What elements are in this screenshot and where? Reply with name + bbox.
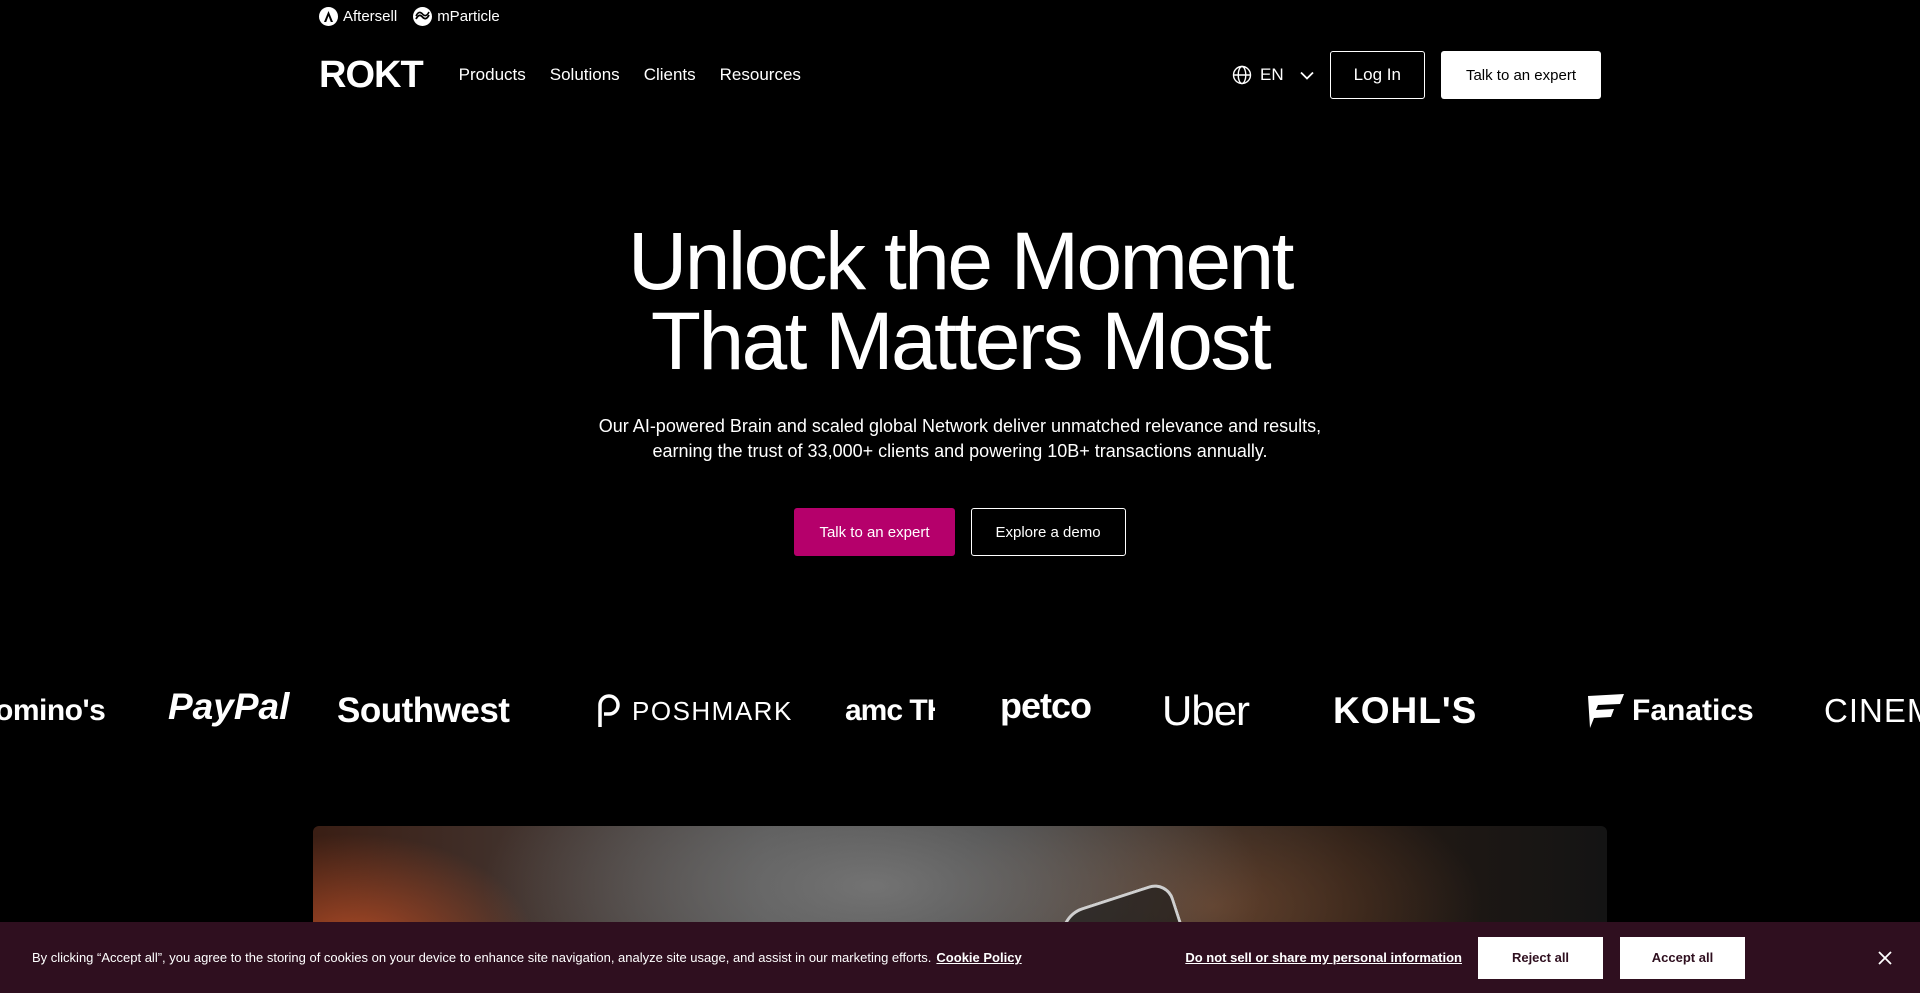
page: Aftersell mParticle ROKT Products Soluti…	[0, 0, 1920, 993]
client-logo-amc-label: amc THEATRES	[845, 696, 935, 726]
client-logo-fanatics-group: Fanatics	[1584, 686, 1754, 736]
hero-title: Unlock the Moment That Matters Most	[0, 221, 1920, 383]
client-logo-paypal: PayPal	[168, 686, 290, 727]
hero-title-line2: That Matters Most	[650, 296, 1272, 387]
language-selector[interactable]: EN	[1232, 65, 1314, 85]
nav-links: Products Solutions Clients Resources	[459, 65, 801, 85]
language-label: EN	[1260, 65, 1284, 84]
client-logo-petco: petco	[1000, 685, 1092, 726]
nav-item-resources[interactable]: Resources	[720, 65, 801, 85]
cookie-message-text: By clicking “Accept all”, you agree to t…	[32, 950, 932, 965]
fanatics-flag-icon	[1588, 694, 1624, 728]
client-logo-cinemark: CINEM	[1824, 692, 1920, 729]
cookie-policy-link[interactable]: Cookie Policy	[936, 950, 1021, 965]
mparticle-label: mParticle	[437, 8, 500, 25]
client-logo-poshmark-group: POSHMARK	[594, 686, 793, 736]
reject-all-button[interactable]: Reject all	[1478, 936, 1603, 979]
do-not-sell-link[interactable]: Do not sell or share my personal informa…	[1185, 950, 1462, 965]
main-nav: ROKT Products Solutions Clients Resource…	[319, 51, 1601, 99]
mparticle-icon	[413, 7, 433, 26]
nav-item-solutions[interactable]: Solutions	[550, 65, 620, 85]
client-logo-kohls: KOHL'S	[1333, 690, 1478, 731]
client-logos-strip: omino's PayPal Southwest POSHMARK amc TH…	[0, 685, 1920, 736]
hero-subtitle-line1: Our AI-powered Brain and scaled global N…	[598, 416, 1322, 436]
chevron-down-icon	[1300, 71, 1314, 80]
client-logo-uber: Uber	[1162, 687, 1250, 734]
mparticle-link[interactable]: mParticle	[413, 7, 500, 26]
login-button[interactable]: Log In	[1329, 51, 1425, 99]
aftersell-link[interactable]: Aftersell	[319, 7, 397, 26]
cookie-close-button[interactable]	[1875, 948, 1895, 968]
explore-demo-button[interactable]: Explore a demo	[970, 508, 1126, 556]
client-logo-fanatics: Fanatics	[1632, 694, 1754, 727]
hero-section: Unlock the Moment That Matters Most Our …	[0, 221, 1920, 556]
globe-icon	[1232, 65, 1252, 85]
cookie-message: By clicking “Accept all”, you agree to t…	[32, 922, 1022, 993]
nav-item-clients[interactable]: Clients	[644, 65, 696, 85]
nav-actions: EN Log In Talk to an expert	[1232, 51, 1601, 99]
hero-subtitle: Our AI-powered Brain and scaled global N…	[0, 414, 1920, 464]
hero-talk-to-expert-button[interactable]: Talk to an expert	[794, 508, 955, 556]
client-logo-dominos: omino's	[0, 694, 106, 727]
hero-subtitle-line2: earning the trust of 33,000+ clients and…	[652, 441, 1268, 461]
poshmark-p-icon	[598, 694, 620, 727]
cookie-banner: By clicking “Accept all”, you agree to t…	[0, 922, 1920, 993]
cookie-actions: Do not sell or share my personal informa…	[1185, 922, 1920, 993]
close-icon	[1878, 950, 1892, 965]
hero-cta-group: Talk to an expert Explore a demo	[0, 508, 1920, 556]
nav-item-products[interactable]: Products	[459, 65, 526, 85]
client-logo-southwest: Southwest	[337, 691, 510, 730]
utility-bar: Aftersell mParticle	[319, 7, 500, 26]
aftersell-label: Aftersell	[343, 8, 398, 25]
rokt-logo[interactable]: ROKT	[319, 56, 424, 94]
client-logo-amc: amc THEATRES	[845, 686, 935, 736]
accept-all-button[interactable]: Accept all	[1620, 936, 1745, 979]
aftersell-icon	[319, 7, 338, 26]
hero-title-line1: Unlock the Moment	[628, 216, 1294, 307]
client-logo-poshmark: POSHMARK	[632, 695, 793, 726]
nav-talk-to-expert-button[interactable]: Talk to an expert	[1440, 51, 1601, 99]
